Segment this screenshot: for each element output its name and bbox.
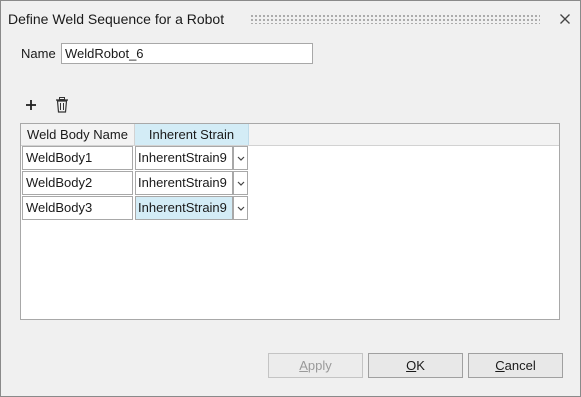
inherent-strain-select[interactable]: InherentStrain9: [135, 171, 233, 195]
table-row: WeldBody1 InherentStrain9: [21, 146, 251, 170]
title-bar[interactable]: Define Weld Sequence for a Robot: [1, 1, 580, 37]
weld-sequence-dialog: Define Weld Sequence for a Robot Name We…: [0, 0, 581, 397]
trash-icon: [56, 97, 68, 113]
table-row: WeldBody2 InherentStrain9: [21, 171, 251, 195]
weld-body-cell[interactable]: WeldBody3: [22, 196, 133, 220]
weld-body-cell[interactable]: WeldBody1: [22, 146, 133, 170]
name-input[interactable]: [61, 43, 313, 64]
table-header: Weld Body Name Inherent Strain: [21, 124, 559, 146]
chevron-down-icon: [237, 156, 245, 161]
column-header-weld-body-name[interactable]: Weld Body Name: [21, 124, 135, 145]
name-label: Name: [21, 46, 56, 61]
cancel-button[interactable]: Cancel: [468, 353, 563, 378]
cancel-label: ancel: [504, 358, 536, 373]
ok-button[interactable]: OK: [368, 353, 463, 378]
weld-body-cell[interactable]: WeldBody2: [22, 171, 133, 195]
column-header-inherent-strain[interactable]: Inherent Strain: [135, 124, 249, 145]
delete-row-button[interactable]: [54, 96, 70, 114]
inherent-strain-select[interactable]: InherentStrain9: [135, 146, 233, 170]
chevron-down-icon: [237, 181, 245, 186]
table-row: WeldBody3 InherentStrain9: [21, 196, 251, 220]
inherent-strain-dropdown[interactable]: [233, 146, 248, 170]
close-button[interactable]: [557, 11, 573, 27]
weld-sequence-table: Weld Body Name Inherent Strain WeldBody1…: [20, 123, 560, 320]
dialog-title: Define Weld Sequence for a Robot: [8, 11, 225, 27]
inherent-strain-dropdown[interactable]: [233, 196, 248, 220]
chevron-down-icon: [237, 206, 245, 211]
ok-label: K: [416, 358, 425, 373]
cancel-mnemonic: C: [495, 358, 505, 373]
ok-mnemonic: O: [406, 358, 417, 373]
apply-label: pply: [307, 358, 332, 373]
plus-icon: [26, 100, 36, 110]
apply-button[interactable]: Apply: [268, 353, 363, 378]
inherent-strain-select[interactable]: InherentStrain9: [135, 196, 233, 220]
inherent-strain-dropdown[interactable]: [233, 171, 248, 195]
close-icon: [560, 14, 570, 24]
add-row-button[interactable]: [23, 97, 39, 113]
drag-grip[interactable]: [250, 14, 540, 24]
apply-mnemonic: A: [299, 358, 308, 373]
